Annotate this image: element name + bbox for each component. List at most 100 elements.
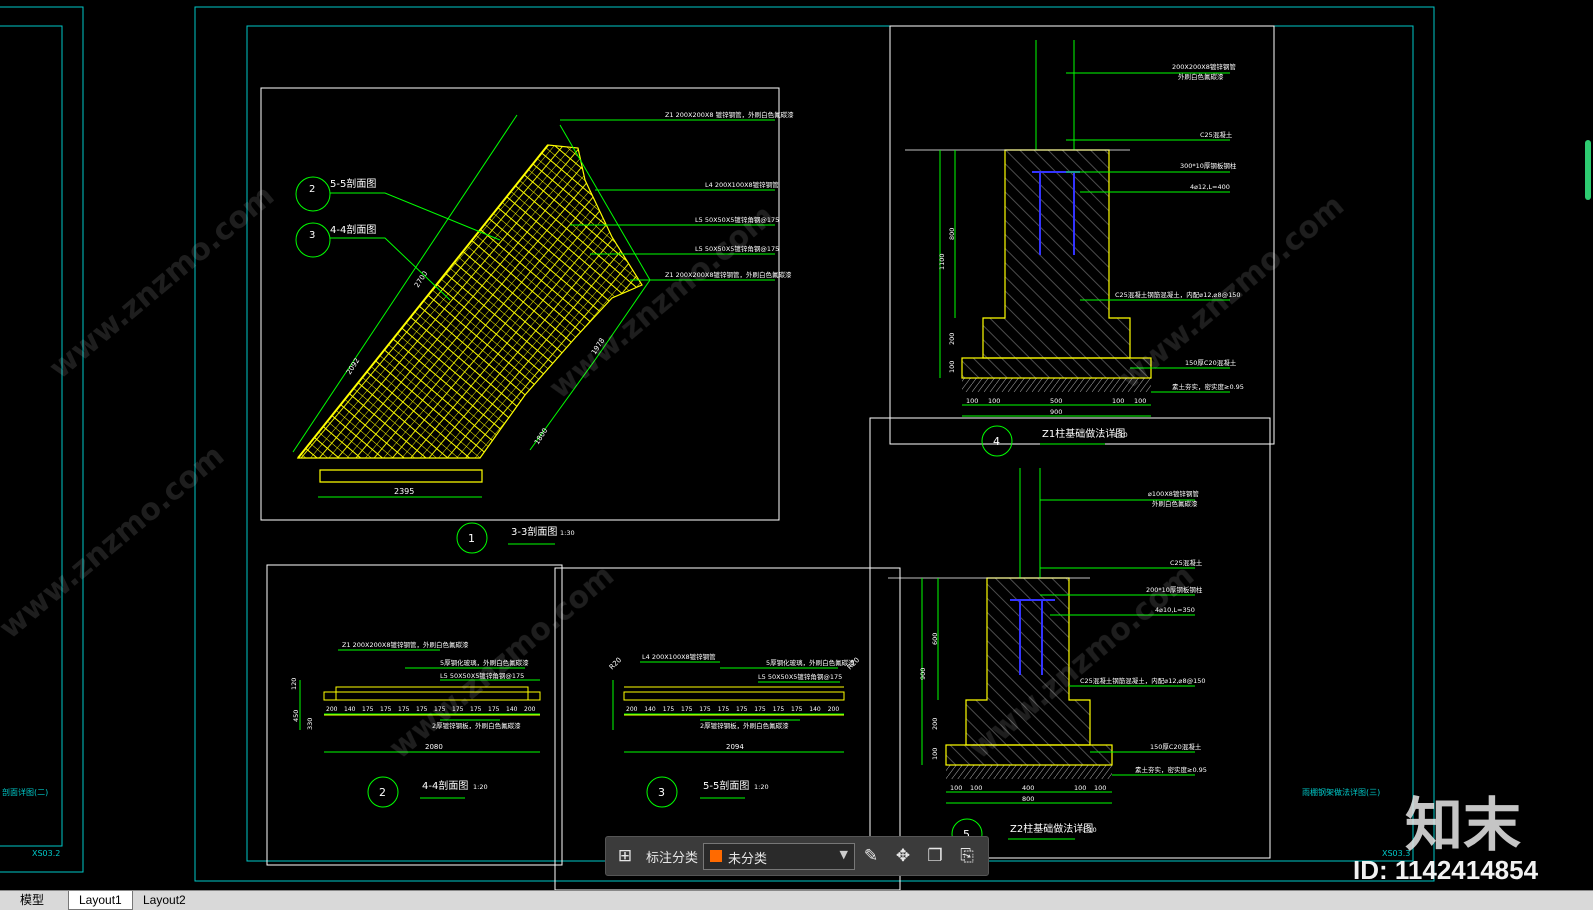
- view4-note-2: 外刷白色氟碳漆: [1178, 72, 1224, 81]
- view5-dim-h2: 100: [970, 784, 982, 792]
- view4-note-4: 300*10厚钢板钢柱: [1180, 161, 1237, 170]
- cad-drawing-canvas[interactable]: 剖面详图(二) XS03.2 雨棚钢架做法详图(三) XS03.3 2395 2…: [0, 0, 1593, 890]
- copy-icon[interactable]: ❐: [924, 845, 946, 867]
- view4-note-1: 200X200X8镀锌钢管: [1172, 62, 1236, 71]
- view4-note-7: 150厚C20混凝土: [1185, 358, 1237, 367]
- view4-dim-h4: 100: [1112, 397, 1124, 405]
- view3-bay-dim-1: 140: [644, 706, 656, 713]
- watermark-id: ID: 1142414854: [1353, 855, 1539, 885]
- view4-dim-h3: 500: [1050, 397, 1062, 405]
- annotation-toolbar: ⊞ 标注分类 未分类 ▼ ✎ ✥ ❐ ⎘: [605, 836, 989, 876]
- view3-bay-dim-9: 175: [791, 706, 803, 713]
- view2-bay-dim-1: 140: [344, 706, 356, 713]
- view4-total: 900: [1050, 408, 1062, 416]
- view1-callout-3: 3: [309, 230, 315, 241]
- view3-bay-dim-0: 200: [626, 706, 638, 713]
- watermark-site-1: www.znzmo.com: [43, 178, 281, 386]
- view5-note-2: 外刷白色氟碳漆: [1152, 499, 1198, 508]
- view3-scale: 1:20: [754, 783, 769, 791]
- view4-note-8: 素土夯实，密实度≥0.95: [1172, 382, 1244, 391]
- view3-bay-dim-8: 175: [773, 706, 785, 713]
- view2-note-1: Z1 200X200X8镀锌钢管，外刷白色氟碳漆: [342, 640, 469, 649]
- watermark-site-6: www.znzmo.com: [0, 438, 231, 646]
- grid-icon[interactable]: ⊞: [614, 845, 636, 867]
- tab-layout1[interactable]: Layout1: [68, 891, 133, 910]
- view4-dim-h2: 100: [988, 397, 1000, 405]
- view3-note-1: L4 200X100X8镀锌钢管: [642, 652, 716, 661]
- view2-bay-dim-4: 175: [398, 706, 410, 713]
- view3-note-4: 2厚镀锌钢板，外刷白色氟碳漆: [700, 721, 789, 730]
- view3-title: 5-5剖面图: [703, 779, 749, 792]
- category-select-value: 未分类: [728, 852, 768, 867]
- watermark-site-4: www.znzmo.com: [383, 558, 621, 766]
- view5-dim-h4: 100: [1074, 784, 1086, 792]
- view5-dim-v1: 600: [931, 633, 939, 645]
- left-sheet-title: 剖面详图(二): [2, 787, 48, 797]
- view2-bay-dim-11: 200: [524, 706, 536, 713]
- view-4-z1-foundation[interactable]: 800 1100 200 100 100 100 500 100 100 900…: [889, 25, 1275, 457]
- view2-h2: 330: [306, 718, 314, 730]
- view2-bay-dim-9: 175: [488, 706, 500, 713]
- view5-scale: 1:10: [1082, 826, 1097, 834]
- view2-h3: 450: [292, 710, 300, 722]
- view4-number: 4: [993, 435, 1000, 448]
- view5-note-6: C25混凝土钢筋混凝土，内配⌀12,⌀8@150: [1080, 676, 1206, 685]
- view1-dim-d: 1800: [533, 427, 549, 446]
- view1-dim-width: 2395: [394, 487, 414, 496]
- view2-bay-dim-0: 200: [326, 706, 338, 713]
- view3-bay-dims: 200 140 175 175 175 175 175 175 175 175 140 200: [624, 706, 844, 715]
- view5-total: 800: [1022, 795, 1034, 803]
- view3-bay-dim-4: 175: [699, 706, 711, 713]
- tab-model[interactable]: 模型: [10, 891, 54, 909]
- view4-dim-h5: 100: [1134, 397, 1146, 405]
- view1-number: 1: [468, 532, 475, 545]
- view1-dim-a: 2092: [345, 357, 361, 376]
- view5-dim-v3: 200: [931, 718, 939, 730]
- right-sheet-title: 雨棚钢架做法详图(三): [1302, 787, 1380, 797]
- view4-dim-v4: 100: [948, 361, 956, 373]
- view5-note-8: 素土夯实，密实度≥0.95: [1135, 765, 1207, 774]
- view3-bay-dim-7: 175: [754, 706, 766, 713]
- view5-dim-h5: 100: [1094, 784, 1106, 792]
- view5-dim-v4: 100: [931, 748, 939, 760]
- left-sheet-number: XS03.2: [32, 849, 60, 858]
- annotation-category-label: 标注分类: [646, 851, 699, 866]
- paste-icon[interactable]: ⎘: [956, 845, 978, 867]
- view5-dim-v2: 900: [919, 668, 927, 680]
- view1-scale: 1:30: [560, 529, 575, 537]
- view4-dim-h1: 100: [966, 397, 978, 405]
- tab-layout2[interactable]: Layout2: [133, 891, 196, 909]
- view-5-z2-foundation[interactable]: 600 900 200 100 100 100 400 100 100 800 …: [869, 417, 1271, 859]
- view1-callout-3-label: 4-4剖面图: [330, 223, 376, 236]
- view-1-section-3-3[interactable]: 2395 2092 2700 1978 1800 2 5-5剖面图 3 4-4剖…: [260, 87, 794, 554]
- category-color-swatch: [710, 850, 722, 862]
- category-select[interactable]: 未分类 ▼: [703, 843, 855, 870]
- view2-number: 2: [379, 786, 386, 799]
- view1-title: 3-3剖面图: [511, 525, 557, 538]
- vertical-scroll-indicator[interactable]: [1585, 140, 1591, 200]
- view4-dim-v2: 1100: [938, 253, 946, 270]
- watermark-logo: 知末: [1405, 791, 1522, 859]
- view3-bay-dim-11: 200: [828, 706, 840, 713]
- view3-r-left: R20: [608, 656, 623, 671]
- edit-icon[interactable]: ✎: [860, 845, 882, 867]
- chevron-down-icon: ▼: [839, 848, 848, 861]
- layout-tab-bar: 模型 Layout1 Layout2: [0, 890, 1593, 910]
- view5-note-7: 150厚C20混凝土: [1150, 742, 1202, 751]
- view5-note-1: ⌀100X8镀锌钢管: [1148, 489, 1199, 498]
- view3-bay-dim-2: 175: [663, 706, 675, 713]
- view4-dim-v1: 800: [948, 228, 956, 240]
- view3-bay-dim-5: 175: [718, 706, 730, 713]
- view3-bay-dim-3: 175: [681, 706, 693, 713]
- view3-number: 3: [658, 786, 665, 799]
- view5-title: Z2柱基础做法详图: [1010, 822, 1093, 835]
- view3-note-2: 5厚钢化玻璃，外刷白色氟碳漆: [766, 658, 855, 667]
- move-icon[interactable]: ✥: [892, 845, 914, 867]
- view3-bay-dim-6: 175: [736, 706, 748, 713]
- view2-title: 4-4剖面图: [422, 779, 468, 792]
- view5-dim-h1: 100: [950, 784, 962, 792]
- view1-note-2: L4 200X100X8镀锌钢管: [705, 180, 779, 189]
- view3-bay-dim-10: 140: [809, 706, 821, 713]
- view2-scale: 1:20: [473, 783, 488, 791]
- view1-callout-2: 2: [309, 184, 315, 195]
